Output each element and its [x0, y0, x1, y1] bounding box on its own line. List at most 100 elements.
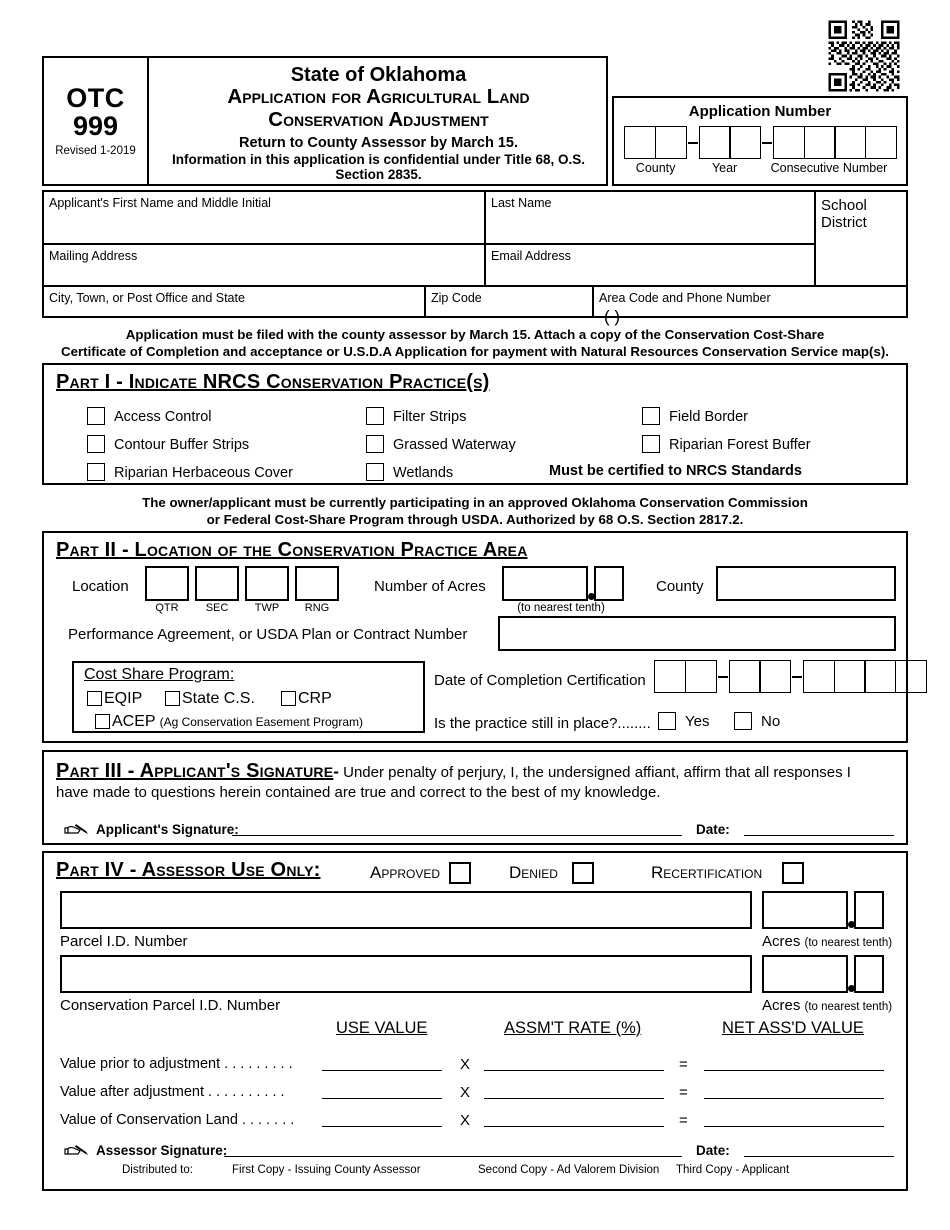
- net-value-line-3[interactable]: [704, 1114, 884, 1127]
- checkbox-icon[interactable]: [366, 463, 384, 481]
- checkbox-crp[interactable]: CRP: [281, 690, 332, 708]
- recertification-label: Recertification: [651, 863, 763, 882]
- checkbox-icon[interactable]: [734, 712, 752, 730]
- checkbox-icon[interactable]: [87, 407, 105, 425]
- school-district-field[interactable]: School District: [816, 192, 906, 232]
- parcel-id-input[interactable]: [60, 891, 752, 929]
- cost-share-title: Cost Share Program:: [84, 666, 235, 683]
- use-value-line-1[interactable]: [322, 1058, 442, 1071]
- year-cell[interactable]: [894, 660, 927, 693]
- zip-code-label: Zip Code: [431, 291, 482, 305]
- applicant-signature-label: Applicant's Signature:: [96, 822, 239, 837]
- part1-panel: Part I - Indicate NRCS Conservation Prac…: [42, 363, 908, 485]
- parcel-acres-whole-input[interactable]: [762, 891, 848, 929]
- acres-whole-input[interactable]: [502, 566, 588, 601]
- checkbox-eqip[interactable]: EQIP: [87, 690, 142, 708]
- checkbox-icon[interactable]: [87, 463, 105, 481]
- checkbox-icon[interactable]: [642, 407, 660, 425]
- year-cell[interactable]: [729, 126, 761, 159]
- checkbox-label: Access Control: [114, 409, 212, 425]
- checkbox-icon[interactable]: [366, 435, 384, 453]
- county-input[interactable]: [716, 566, 896, 601]
- zip-code-field[interactable]: Zip Code: [426, 287, 592, 305]
- checkbox-icon[interactable]: [281, 691, 296, 706]
- checkbox-yes[interactable]: Yes: [658, 712, 709, 730]
- consecutive-cell[interactable]: [864, 126, 897, 159]
- distributed-to-label: Distributed to:: [122, 1164, 193, 1176]
- assessor-signature-line[interactable]: [224, 1143, 682, 1157]
- year-cell[interactable]: [833, 660, 866, 693]
- net-value-line-1[interactable]: [704, 1058, 884, 1071]
- participation-notice-line-2: or Federal Cost-Share Program through US…: [206, 512, 744, 528]
- checkbox-icon[interactable]: [95, 714, 110, 729]
- checkbox-icon[interactable]: [87, 435, 105, 453]
- parcel-acres-tenth-input[interactable]: [854, 891, 884, 929]
- applicant-signature-line[interactable]: [232, 822, 682, 836]
- checkbox-icon[interactable]: [87, 691, 102, 706]
- phone-field[interactable]: Area Code and Phone Number ( ): [594, 287, 906, 327]
- checkbox-acep[interactable]: ACEP (Ag Conservation Easement Program): [95, 713, 363, 731]
- checkbox-riparian-herbaceous-cover[interactable]: Riparian Herbaceous Cover: [87, 463, 293, 481]
- day-cell[interactable]: [728, 660, 761, 693]
- conservation-acres-whole-input[interactable]: [762, 955, 848, 993]
- consecutive-cell[interactable]: [803, 126, 836, 159]
- year-cell-group: [803, 660, 927, 693]
- assessor-signature-label: Assessor Signature:: [96, 1143, 228, 1158]
- assmt-rate-line-2[interactable]: [484, 1086, 664, 1099]
- checkbox-state-cs[interactable]: State C.S.: [165, 690, 255, 708]
- email-field[interactable]: Email Address: [486, 245, 812, 263]
- column-header-assmt-rate: ASSM'T RATE (%): [504, 1019, 642, 1037]
- use-value-line-2[interactable]: [322, 1086, 442, 1099]
- location-twp-input[interactable]: [245, 566, 289, 601]
- assmt-rate-line-1[interactable]: [484, 1058, 664, 1071]
- city-state-field[interactable]: City, Town, or Post Office and State: [44, 287, 424, 305]
- net-value-line-2[interactable]: [704, 1086, 884, 1099]
- applicant-date-line[interactable]: [744, 822, 894, 836]
- conservation-parcel-id-input[interactable]: [60, 955, 752, 993]
- consecutive-cell[interactable]: [773, 126, 805, 159]
- county-cell[interactable]: [654, 126, 687, 159]
- month-cell[interactable]: [654, 660, 686, 693]
- checkbox-denied[interactable]: [572, 862, 594, 884]
- consecutive-cell[interactable]: [834, 126, 866, 159]
- county-cell[interactable]: [624, 126, 656, 159]
- month-cell[interactable]: [684, 660, 717, 693]
- checkbox-riparian-forest-buffer[interactable]: Riparian Forest Buffer: [642, 435, 811, 453]
- first-name-field[interactable]: Applicant's First Name and Middle Initia…: [44, 192, 484, 210]
- checkbox-icon[interactable]: [165, 691, 180, 706]
- year-cell[interactable]: [864, 660, 896, 693]
- form-id-box: OTC 999 Revised 1-2019: [44, 58, 149, 184]
- checkbox-icon[interactable]: [658, 712, 676, 730]
- year-cell[interactable]: [803, 660, 835, 693]
- performance-agreement-input[interactable]: [498, 616, 896, 651]
- location-qtr-input[interactable]: [145, 566, 189, 601]
- school-district-label-1: School: [821, 197, 867, 214]
- city-label: City, Town, or Post Office and State: [49, 291, 245, 305]
- checkbox-no[interactable]: No: [734, 712, 780, 730]
- conservation-acres-tenth-input[interactable]: [854, 955, 884, 993]
- day-cell[interactable]: [759, 660, 791, 693]
- checkbox-contour-buffer-strips[interactable]: Contour Buffer Strips: [87, 435, 249, 453]
- checkbox-recertification[interactable]: [782, 862, 804, 884]
- assmt-rate-line-3[interactable]: [484, 1114, 664, 1127]
- checkbox-access-control[interactable]: Access Control: [87, 407, 212, 425]
- location-rng-input[interactable]: [295, 566, 339, 601]
- location-sec-input[interactable]: [195, 566, 239, 601]
- phone-label: Area Code and Phone Number: [599, 291, 771, 305]
- use-value-line-3[interactable]: [322, 1114, 442, 1127]
- checkbox-filter-strips[interactable]: Filter Strips: [366, 407, 466, 425]
- mailing-address-field[interactable]: Mailing Address: [44, 245, 484, 263]
- checkbox-icon[interactable]: [642, 435, 660, 453]
- checkbox-field-border[interactable]: Field Border: [642, 407, 748, 425]
- checkbox-icon[interactable]: [366, 407, 384, 425]
- approved-label: Approved: [370, 863, 441, 882]
- year-cell[interactable]: [698, 126, 731, 159]
- return-instruction: Return to County Assessor by March 15.: [238, 135, 519, 152]
- last-name-field[interactable]: Last Name: [486, 192, 812, 210]
- checkbox-grassed-waterway[interactable]: Grassed Waterway: [366, 435, 516, 453]
- acres-tenth-input[interactable]: [594, 566, 624, 601]
- checkbox-wetlands[interactable]: Wetlands: [366, 463, 453, 481]
- checkbox-approved[interactable]: [449, 862, 471, 884]
- part2-panel: Part II - Location of the Conservation P…: [42, 531, 927, 743]
- assessor-date-line[interactable]: [744, 1143, 894, 1157]
